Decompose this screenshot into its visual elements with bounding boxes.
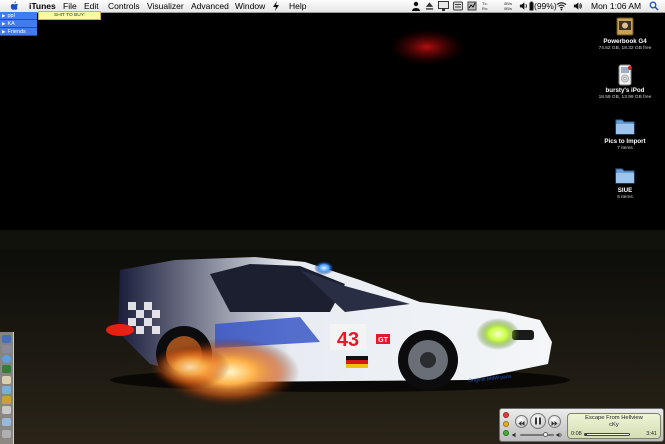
desktop-icon-pics-to-import[interactable]: Pics to Import 7 items [590,115,660,152]
sticky-note-ppl[interactable]: ▶ ppl [0,12,37,20]
sticky-note-shopping[interactable]: SHIT TO BUY: [38,11,101,20]
folder-icon [615,168,635,184]
dock-itunes-icon[interactable] [2,386,11,394]
battery-percent[interactable]: (99%) [534,1,557,11]
pause-button[interactable] [530,413,546,429]
fast-forward-icon [551,421,558,426]
sticky-note-label: Friends [7,29,26,35]
hard-drive-icon [616,17,634,36]
itunes-mini-player: Escape From Hellview cKy 0:08 3:41 [499,408,664,442]
dock-ichat-icon[interactable] [2,365,11,373]
folder-icon [615,119,635,135]
menu-visualizer[interactable]: Visualizer [147,1,184,11]
user-silhouette-icon[interactable] [411,1,421,11]
progress-fill [585,434,587,435]
dock-mail-icon[interactable] [2,345,11,353]
spotlight-search-icon[interactable] [649,1,659,11]
apple-menu-icon[interactable] [10,1,19,11]
icon-info: 5 items [617,195,633,200]
dock-preferences-icon[interactable] [2,406,11,414]
dock-finder-icon[interactable] [2,335,11,343]
icon-info: 7 items [617,146,633,151]
minimize-window-button[interactable] [503,421,509,427]
keyboard-icon[interactable] [453,1,463,11]
desktop-icon-ipod[interactable]: bursty's iPod 18.59 GB, 13.99 GB free [590,64,660,101]
volume-slider[interactable] [520,434,554,436]
dock-address-book-icon[interactable] [2,376,11,384]
menu-clock[interactable]: Mon 1:06 AM [591,1,641,11]
icon-label: Powerbook G4 [603,38,647,45]
dock-trash-icon[interactable] [2,430,11,438]
script-menu-icon[interactable] [272,1,280,11]
icon-info: 74.52 GB, 18.32 GB free [598,46,652,51]
desktop-wallpaper: 43 GT Original BMW parts [0,12,665,444]
now-playing-display[interactable]: Escape From Hellview cKy 0:08 3:41 [567,413,661,439]
elapsed-time: 0:08 [571,431,582,437]
ipod-icon [618,64,632,86]
speaker-icon[interactable] [573,1,582,11]
track-title: Escape From Hellview [585,415,643,421]
disclosure-triangle-icon[interactable]: ▶ [2,21,5,26]
wifi-icon[interactable] [556,1,567,11]
sticky-note-label: KA [7,21,15,27]
close-window-button[interactable] [503,412,509,418]
menu-edit[interactable]: Edit [84,1,99,11]
sticky-note-ka[interactable]: ▶ KA [0,20,37,28]
menu-advanced[interactable]: Advanced [191,1,229,11]
icon-label: bursty's iPod [605,87,645,94]
dock-documents-icon[interactable] [2,418,11,426]
icon-label: SIUE [617,187,633,194]
menu-app-itunes[interactable]: iTunes [29,1,56,11]
next-track-button[interactable] [548,415,561,428]
net-rate-bottom: 0B/s [504,6,513,11]
network-monitor-icon[interactable] [467,1,477,11]
menu-window[interactable]: Window [235,1,265,11]
total-time: 3:41 [646,431,657,437]
menu-file[interactable]: File [63,1,77,11]
display-icon[interactable] [438,1,449,11]
icon-info: 18.59 GB, 13.99 GB free [598,95,652,100]
svg-text:43: 43 [337,329,359,351]
sticky-note-label: ppl [7,13,15,19]
desktop-icon-siue[interactable]: SIUE 5 items [590,164,660,201]
track-artist: cKy [609,422,619,428]
volume-low-icon [512,432,516,438]
volume-high-icon [556,432,562,438]
zoom-window-button[interactable] [503,430,509,436]
playback-progress-bar[interactable] [584,433,630,436]
playback-progress-row: 0:08 3:41 [571,431,657,438]
volume-slider-knob[interactable] [543,432,548,437]
disclosure-triangle-icon[interactable]: ▶ [2,29,5,34]
eject-icon[interactable] [425,1,434,11]
net-rx-label: Rx: [482,6,488,11]
disclosure-triangle-icon[interactable]: ▶ [2,13,5,18]
sticky-notes-stack: ▶ ppl ▶ KA ▶ Friends [0,12,37,36]
dock-safari-icon[interactable] [2,355,11,363]
menu-help[interactable]: Help [289,1,306,11]
dock-iphoto-icon[interactable] [2,396,11,404]
svg-text:GT: GT [378,337,388,344]
pause-icon [535,417,541,425]
volume-icon[interactable] [519,1,528,11]
dock [0,332,14,444]
previous-track-button[interactable] [515,415,528,428]
desktop-icon-powerbook[interactable]: Powerbook G4 74.52 GB, 18.32 GB free [590,15,660,52]
sticky-note-friends[interactable]: ▶ Friends [0,28,37,36]
menu-controls[interactable]: Controls [108,1,140,11]
rewind-icon [518,421,525,426]
icon-label: Pics to Import [604,138,646,145]
